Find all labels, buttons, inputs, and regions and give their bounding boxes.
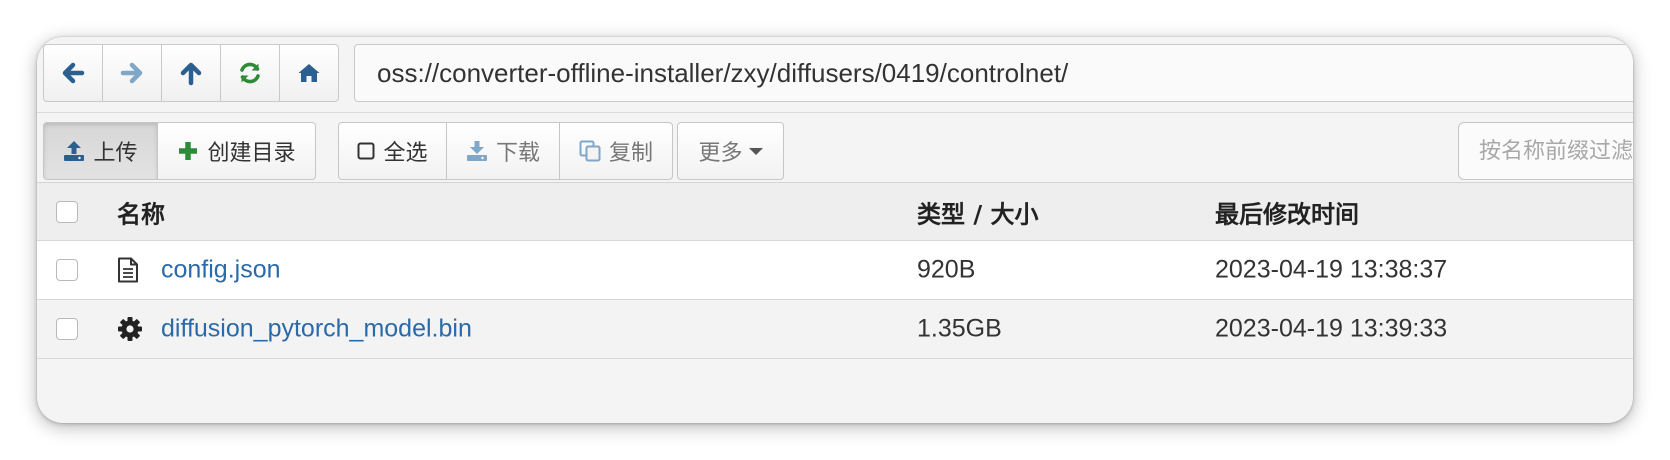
checkbox-empty-icon <box>357 142 375 160</box>
plus-icon <box>179 142 198 160</box>
download-label: 下载 <box>495 141 540 166</box>
file-table: 名称 类型 / 大小 最后修改时间 config.json 920B 2023-… <box>37 182 1633 359</box>
create-directory-button[interactable]: 创建目录 <box>157 122 316 180</box>
nav-button-group <box>43 44 339 102</box>
upload-group: 上传 创建目录 <box>43 122 316 180</box>
upload-label: 上传 <box>93 141 138 166</box>
table-header-row: 名称 类型 / 大小 最后修改时间 <box>37 182 1633 240</box>
more-dropdown-button[interactable]: 更多 <box>677 122 784 180</box>
arrow-right-icon <box>120 62 143 84</box>
arrow-left-icon <box>62 62 85 84</box>
table-row[interactable]: config.json 920B 2023-04-19 13:38:37 <box>37 240 1633 299</box>
gear-icon <box>117 316 143 342</box>
back-button[interactable] <box>43 44 103 102</box>
file-modified-time: 2023-04-19 13:38:37 <box>1215 255 1448 284</box>
home-button[interactable] <box>279 44 339 102</box>
header-modified[interactable]: 最后修改时间 <box>1215 194 1359 229</box>
file-modified-time: 2023-04-19 13:39:33 <box>1215 314 1448 343</box>
refresh-button[interactable] <box>220 44 280 102</box>
download-button[interactable]: 下载 <box>446 122 560 180</box>
file-size: 1.35GB <box>917 314 1002 343</box>
header-type-size[interactable]: 类型 / 大小 <box>917 194 1038 229</box>
name-prefix-filter-input[interactable] <box>1458 122 1633 180</box>
file-name-link[interactable]: config.json <box>161 256 281 285</box>
caret-down-icon <box>748 147 763 155</box>
copy-icon <box>579 140 601 162</box>
more-label: 更多 <box>698 141 743 166</box>
file-size: 920B <box>917 255 976 284</box>
download-icon <box>466 141 487 161</box>
file-name-link[interactable]: diffusion_pytorch_model.bin <box>161 315 472 344</box>
row-checkbox[interactable] <box>56 259 78 281</box>
home-icon <box>298 64 320 82</box>
up-button[interactable] <box>161 44 221 102</box>
refresh-icon <box>240 62 260 84</box>
file-text-icon <box>117 257 139 283</box>
row-checkbox[interactable] <box>56 318 78 340</box>
address-bar[interactable]: oss://converter-offline-installer/zxy/di… <box>354 44 1633 102</box>
file-browser-window: oss://converter-offline-installer/zxy/di… <box>37 37 1633 423</box>
selection-group: 全选 下载 复制 <box>338 122 673 180</box>
upload-icon <box>64 141 85 161</box>
select-all-checkbox[interactable] <box>56 200 78 223</box>
copy-label: 复制 <box>608 141 653 166</box>
more-group: 更多 <box>677 122 784 180</box>
create-directory-label: 创建目录 <box>207 141 296 166</box>
header-name[interactable]: 名称 <box>117 194 165 229</box>
forward-button[interactable] <box>102 44 162 102</box>
copy-button[interactable]: 复制 <box>559 122 673 180</box>
table-row[interactable]: diffusion_pytorch_model.bin 1.35GB 2023-… <box>37 299 1633 359</box>
select-all-label: 全选 <box>383 141 428 166</box>
select-all-button[interactable]: 全选 <box>338 122 447 180</box>
arrow-up-icon <box>180 62 202 86</box>
nav-divider <box>37 112 1633 113</box>
upload-button[interactable]: 上传 <box>43 122 158 180</box>
